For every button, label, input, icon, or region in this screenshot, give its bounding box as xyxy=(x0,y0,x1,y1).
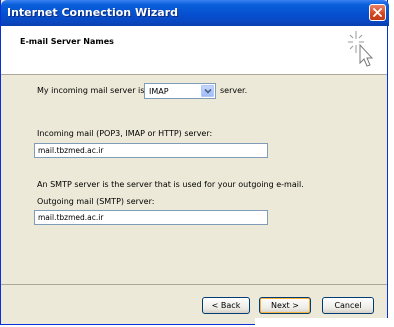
next-button[interactable]: Next > xyxy=(259,297,311,314)
bottom-fade xyxy=(255,318,390,327)
server-type-value: IMAP xyxy=(149,87,169,96)
wizard-cursor-icon xyxy=(348,31,374,67)
chevron-down-icon xyxy=(204,88,212,94)
title-bar[interactable]: Internet Connection Wizard xyxy=(1,0,389,26)
window-title: Internet Connection Wizard xyxy=(7,6,178,19)
smtp-description: An SMTP server is the server that is use… xyxy=(37,180,304,189)
server-type-select[interactable]: IMAP xyxy=(144,83,216,99)
cancel-button[interactable]: Cancel xyxy=(322,297,374,314)
wizard-content: My incoming mail server is a IMAP server… xyxy=(1,75,387,275)
wizard-window: Internet Connection Wizard E-mail Server… xyxy=(0,0,389,325)
dropdown-button[interactable] xyxy=(201,85,214,97)
outgoing-server-label: Outgoing mail (SMTP) server: xyxy=(37,197,155,206)
incoming-type-prefix: My incoming mail server is a xyxy=(37,86,152,95)
incoming-server-label: Incoming mail (POP3, IMAP or HTTP) serve… xyxy=(37,129,213,138)
back-button[interactable]: < Back xyxy=(202,297,250,314)
outgoing-server-input[interactable] xyxy=(34,210,268,225)
incoming-server-input[interactable] xyxy=(34,143,268,158)
page-title: E-mail Server Names xyxy=(20,37,114,46)
incoming-type-suffix: server. xyxy=(220,86,248,95)
close-button[interactable] xyxy=(369,4,386,21)
wizard-header: E-mail Server Names xyxy=(1,26,387,75)
button-divider xyxy=(1,284,387,285)
close-icon xyxy=(373,8,382,17)
